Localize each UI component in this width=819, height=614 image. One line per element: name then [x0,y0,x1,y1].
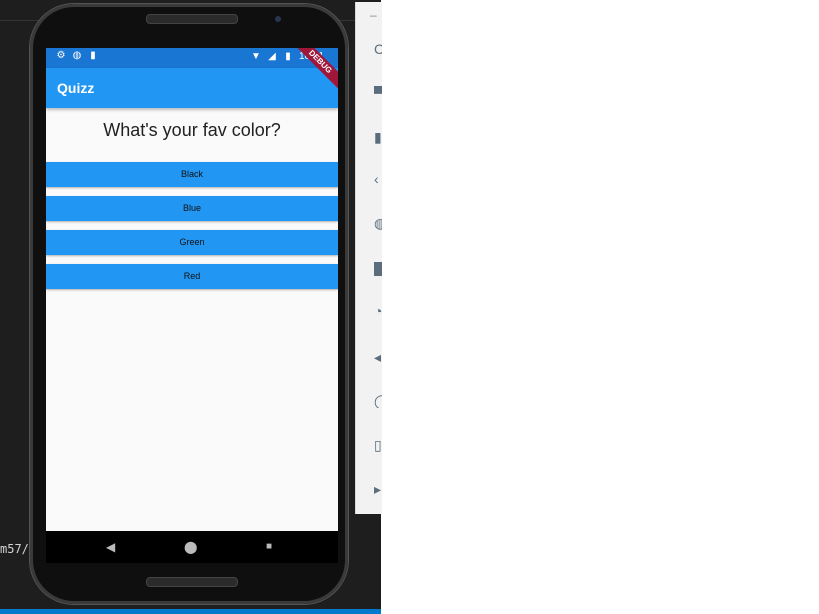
screenshot-icon[interactable]: █ [374,262,382,276]
navigation-bar: ◀ ⬤ ■ [46,531,338,563]
power-icon[interactable]: C [374,42,382,56]
nav-recent-icon[interactable]: ■ [266,539,272,555]
volume-down-icon[interactable]: ▮ [374,130,382,144]
nav-back-icon[interactable]: ◀ [106,539,115,555]
answer-button-red[interactable]: Red [46,264,338,289]
phone-screen: ⚙ ◍ ▮ ▼ ◢ ▮ 10:51 Quizz DEBUG What's you… [46,48,338,563]
status-left-icons: ⚙ ◍ ▮ [56,51,98,61]
app-bar: Quizz [46,68,338,108]
editor-status-strip [0,609,381,614]
volume-up-icon[interactable]: ▀ [374,86,382,100]
zoom-icon[interactable]: ◔ [374,304,382,318]
app-title: Quizz [57,80,95,96]
earpiece-speaker [146,14,238,24]
bottom-speaker [146,577,238,587]
answer-button-green[interactable]: Green [46,230,338,255]
home-icon[interactable]: ◯ [374,394,382,408]
wifi-icon: ▼ [251,50,261,62]
circle-icon: ◍ [72,50,82,61]
phone-frame: ⚙ ◍ ▮ ▼ ◢ ▮ 10:51 Quizz DEBUG What's you… [30,4,348,604]
more-icon[interactable]: ▸ [374,482,382,496]
battery-icon: ▮ [285,50,291,62]
minimize-icon[interactable]: – [370,8,377,22]
rotate-left-icon[interactable]: ‹ [374,172,382,186]
status-bar: ⚙ ◍ ▮ ▼ ◢ ▮ 10:51 [46,48,338,68]
question-text: What's your fav color? [103,120,281,140]
nav-home-icon[interactable]: ⬤ [184,539,197,555]
back-icon[interactable]: ◂ [374,350,382,364]
answer-button-black[interactable]: Black [46,162,338,187]
rotate-right-icon[interactable]: ◍ [374,216,382,230]
emulator-side-toolbar: – C ▀ ▮ ‹ ◍ █ ◔ ◂ ◯ ▯ ▸ [355,2,382,514]
front-camera [275,16,281,22]
overview-icon[interactable]: ▯ [374,438,382,452]
sd-card-icon: ▮ [90,50,96,61]
signal-icon: ◢ [268,50,276,62]
answer-button-blue[interactable]: Blue [46,196,338,221]
gear-icon: ⚙ [56,50,66,61]
